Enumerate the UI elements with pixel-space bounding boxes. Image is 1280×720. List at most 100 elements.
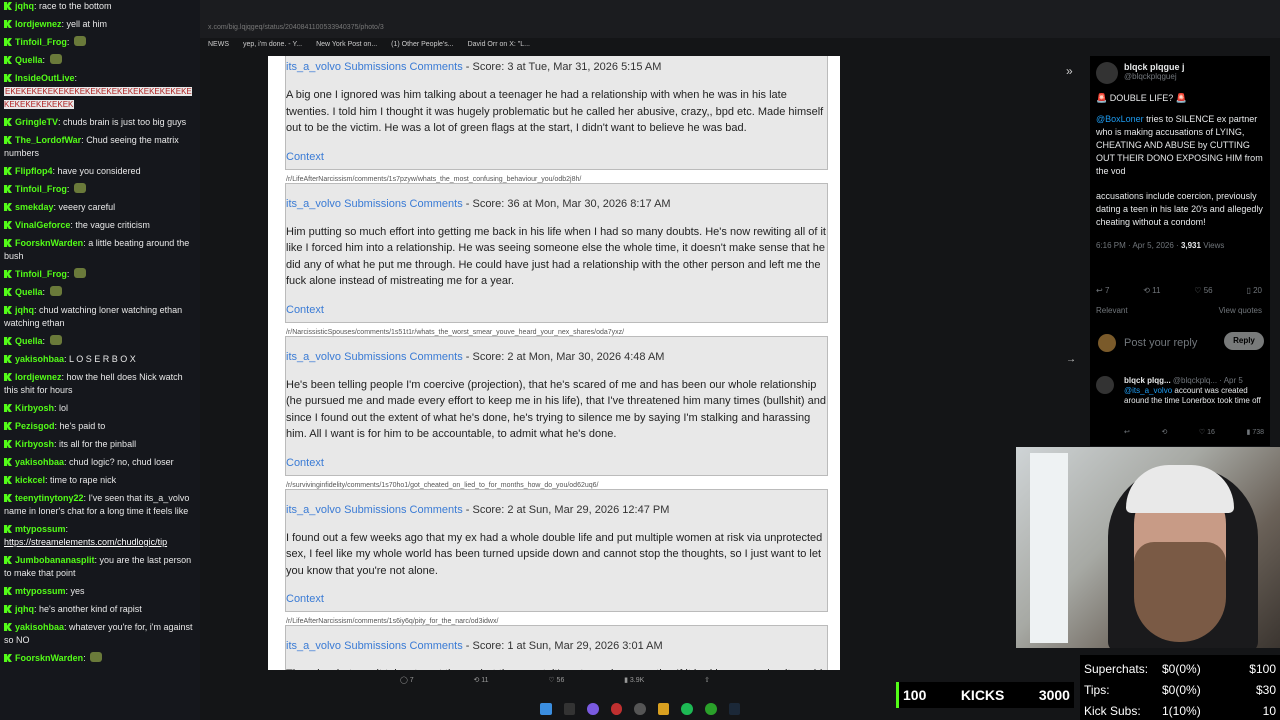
reply-count[interactable]: ↩ 7 <box>1096 286 1109 295</box>
comment-author-link[interactable]: its_a_volvo <box>286 351 341 363</box>
submissions-comments-link[interactable]: Submissions Comments <box>344 640 463 652</box>
chat-username[interactable]: Tinfoil_Frog <box>15 37 67 47</box>
submissions-comments-link[interactable]: Submissions Comments <box>344 198 463 210</box>
bookmark-item[interactable]: New York Post on... <box>316 41 377 51</box>
reply-mention[interactable]: @its_a_volvo <box>1124 386 1172 395</box>
chat-username[interactable]: Kirbyosh <box>15 439 54 449</box>
like-count[interactable]: ♡ 56 <box>1194 286 1212 295</box>
chat-username[interactable]: Jumbobananasplit <box>15 555 95 565</box>
chat-username[interactable]: Quella <box>15 336 43 346</box>
chat-username[interactable]: jqhq <box>15 1 34 11</box>
folder-icon[interactable] <box>657 703 670 715</box>
chrome-icon[interactable] <box>634 703 646 715</box>
bookmark-item[interactable]: David Orr on X: "L... <box>468 41 530 51</box>
views-icon[interactable]: ▮ 3.9K <box>624 676 644 690</box>
reply-input[interactable]: Post your reply <box>1124 337 1197 349</box>
spotify-icon[interactable] <box>681 703 693 715</box>
chat-text: the vague criticism <box>75 220 150 230</box>
comment-author-link[interactable]: its_a_volvo <box>286 504 341 516</box>
comment-icon[interactable]: ◯ 7 <box>400 676 414 690</box>
bookmark-item[interactable]: NEWS <box>208 41 229 51</box>
reply-view-count[interactable]: ▮ 738 <box>1247 428 1264 436</box>
submissions-comments-link[interactable]: Submissions Comments <box>344 504 463 516</box>
post-url[interactable]: /r/LifeAfterNarcissism/comments/1s7pzyw/… <box>285 174 840 183</box>
avatar[interactable] <box>1096 62 1118 84</box>
retweet-icon[interactable]: ⟲ 11 <box>473 676 488 690</box>
bookmark-item[interactable]: (1) Other People's... <box>391 41 453 51</box>
comment-author-link[interactable]: its_a_volvo <box>286 640 341 652</box>
chat-username[interactable]: Quella <box>15 55 43 65</box>
arrow-right-icon[interactable]: → <box>1066 354 1076 365</box>
xbox-icon[interactable] <box>704 703 717 715</box>
app-red-icon[interactable] <box>610 703 623 715</box>
reply-retweet-icon[interactable]: ⟲ <box>1161 428 1167 436</box>
chat-username[interactable]: lordjewnez <box>15 372 62 382</box>
like-icon[interactable]: ♡ 56 <box>548 676 564 690</box>
submissions-comments-link[interactable]: Submissions Comments <box>344 61 463 73</box>
tweet-meta: 6:16 PM · Apr 5, 2026 · 3,931 Views <box>1096 239 1268 252</box>
tweet-headline: 🚨 DOUBLE LIFE? 🚨 <box>1096 93 1187 103</box>
context-link[interactable]: Context <box>286 151 827 163</box>
post-url[interactable]: /r/NarcissisticSpouses/comments/1s51t1r/… <box>285 327 840 336</box>
chat-username[interactable]: FoorsknWarden <box>15 238 83 248</box>
tweet-author[interactable]: blqck plqgue j @blqckplqguej <box>1124 62 1185 81</box>
chat-username[interactable]: Flipflop4 <box>15 166 53 176</box>
chat-username[interactable]: jqhq <box>15 604 34 614</box>
search-icon[interactable] <box>563 703 576 715</box>
chat-username[interactable]: GringleTV <box>15 117 58 127</box>
kick-badge-icon <box>4 556 12 564</box>
context-link[interactable]: Context <box>286 304 827 316</box>
chat-username[interactable]: jqhq <box>15 305 34 315</box>
address-bar[interactable]: x.com/big.lqjqgeq/status/204084110053394… <box>200 20 1280 38</box>
chat-username[interactable]: Tinfoil_Frog <box>15 269 67 279</box>
post-url[interactable]: /r/LifeAfterNarcissism/comments/1s6iy6q/… <box>285 616 840 625</box>
reply-like-count[interactable]: ♡ 16 <box>1199 428 1215 436</box>
chat-username[interactable]: Quella <box>15 287 43 297</box>
stat-value: $0(0%) <box>1162 682 1201 697</box>
reply-button[interactable]: Reply <box>1224 332 1264 350</box>
chat-username[interactable]: Pezisgod <box>15 421 55 431</box>
chat-message: kickcel: time to rape nick <box>4 474 196 487</box>
chat-username[interactable]: Tinfoil_Frog <box>15 184 67 194</box>
app-icon[interactable] <box>587 703 599 715</box>
tweet-time: 6:16 PM · Apr 5, 2026 · <box>1096 241 1181 250</box>
reply-avatar[interactable] <box>1096 376 1114 394</box>
steam-icon[interactable] <box>728 703 741 715</box>
tweet-views: 3,931 <box>1180 241 1201 250</box>
reply-comment-icon[interactable]: ↩ <box>1124 428 1130 436</box>
chat-text: yell at him <box>66 19 108 29</box>
sort-dropdown[interactable]: Relevant <box>1096 306 1128 315</box>
context-link[interactable]: Context <box>286 593 827 605</box>
mention-link[interactable]: @BoxLoner <box>1096 114 1144 124</box>
chat-username[interactable]: yakisohbaa <box>15 457 64 467</box>
chat-text: have you considered <box>57 166 141 176</box>
chat-username[interactable]: yakisohbaa <box>15 622 64 632</box>
chat-username[interactable]: mtypossum <box>15 586 66 596</box>
retweet-count[interactable]: ⟲ 11 <box>1143 286 1160 295</box>
chat-username[interactable]: InsideOutLive <box>15 73 75 83</box>
windows-start-icon[interactable] <box>540 703 552 715</box>
chat-username[interactable]: teenytinytony22 <box>15 493 84 503</box>
context-link[interactable]: Context <box>286 457 827 469</box>
chevron-right-icon[interactable]: » <box>1066 64 1073 78</box>
chat-username[interactable]: mtypossum <box>15 524 66 534</box>
chat-username[interactable]: FoorsknWarden <box>15 653 83 663</box>
post-url[interactable]: /r/survivinginfidelity/comments/1s70ho1/… <box>285 480 840 489</box>
streamer-beard <box>1134 542 1226 642</box>
chat-username[interactable]: yakisohbaa <box>15 354 64 364</box>
chat-username[interactable]: kickcel <box>15 475 45 485</box>
chat-username[interactable]: The_LordofWar <box>15 135 81 145</box>
submissions-comments-link[interactable]: Submissions Comments <box>344 351 463 363</box>
bookmark-count[interactable]: ▯ 20 <box>1246 286 1262 295</box>
bookmark-item[interactable]: yep, i'm done. - Y... <box>243 41 302 51</box>
share-icon[interactable]: ⇧ <box>704 676 710 690</box>
comment-author-link[interactable]: its_a_volvo <box>286 61 341 73</box>
stat-label: Superchats: <box>1084 661 1149 676</box>
chat-username[interactable]: lordjewnez <box>15 19 62 29</box>
view-quotes-link[interactable]: View quotes <box>1219 306 1262 315</box>
chat-link[interactable]: https://streamelements.com/chudlogic/tip <box>4 537 167 547</box>
chat-username[interactable]: Kirbyosh <box>15 403 54 413</box>
chat-username[interactable]: smekday <box>15 202 54 212</box>
chat-username[interactable]: VinalGeforce <box>15 220 70 230</box>
comment-author-link[interactable]: its_a_volvo <box>286 198 341 210</box>
